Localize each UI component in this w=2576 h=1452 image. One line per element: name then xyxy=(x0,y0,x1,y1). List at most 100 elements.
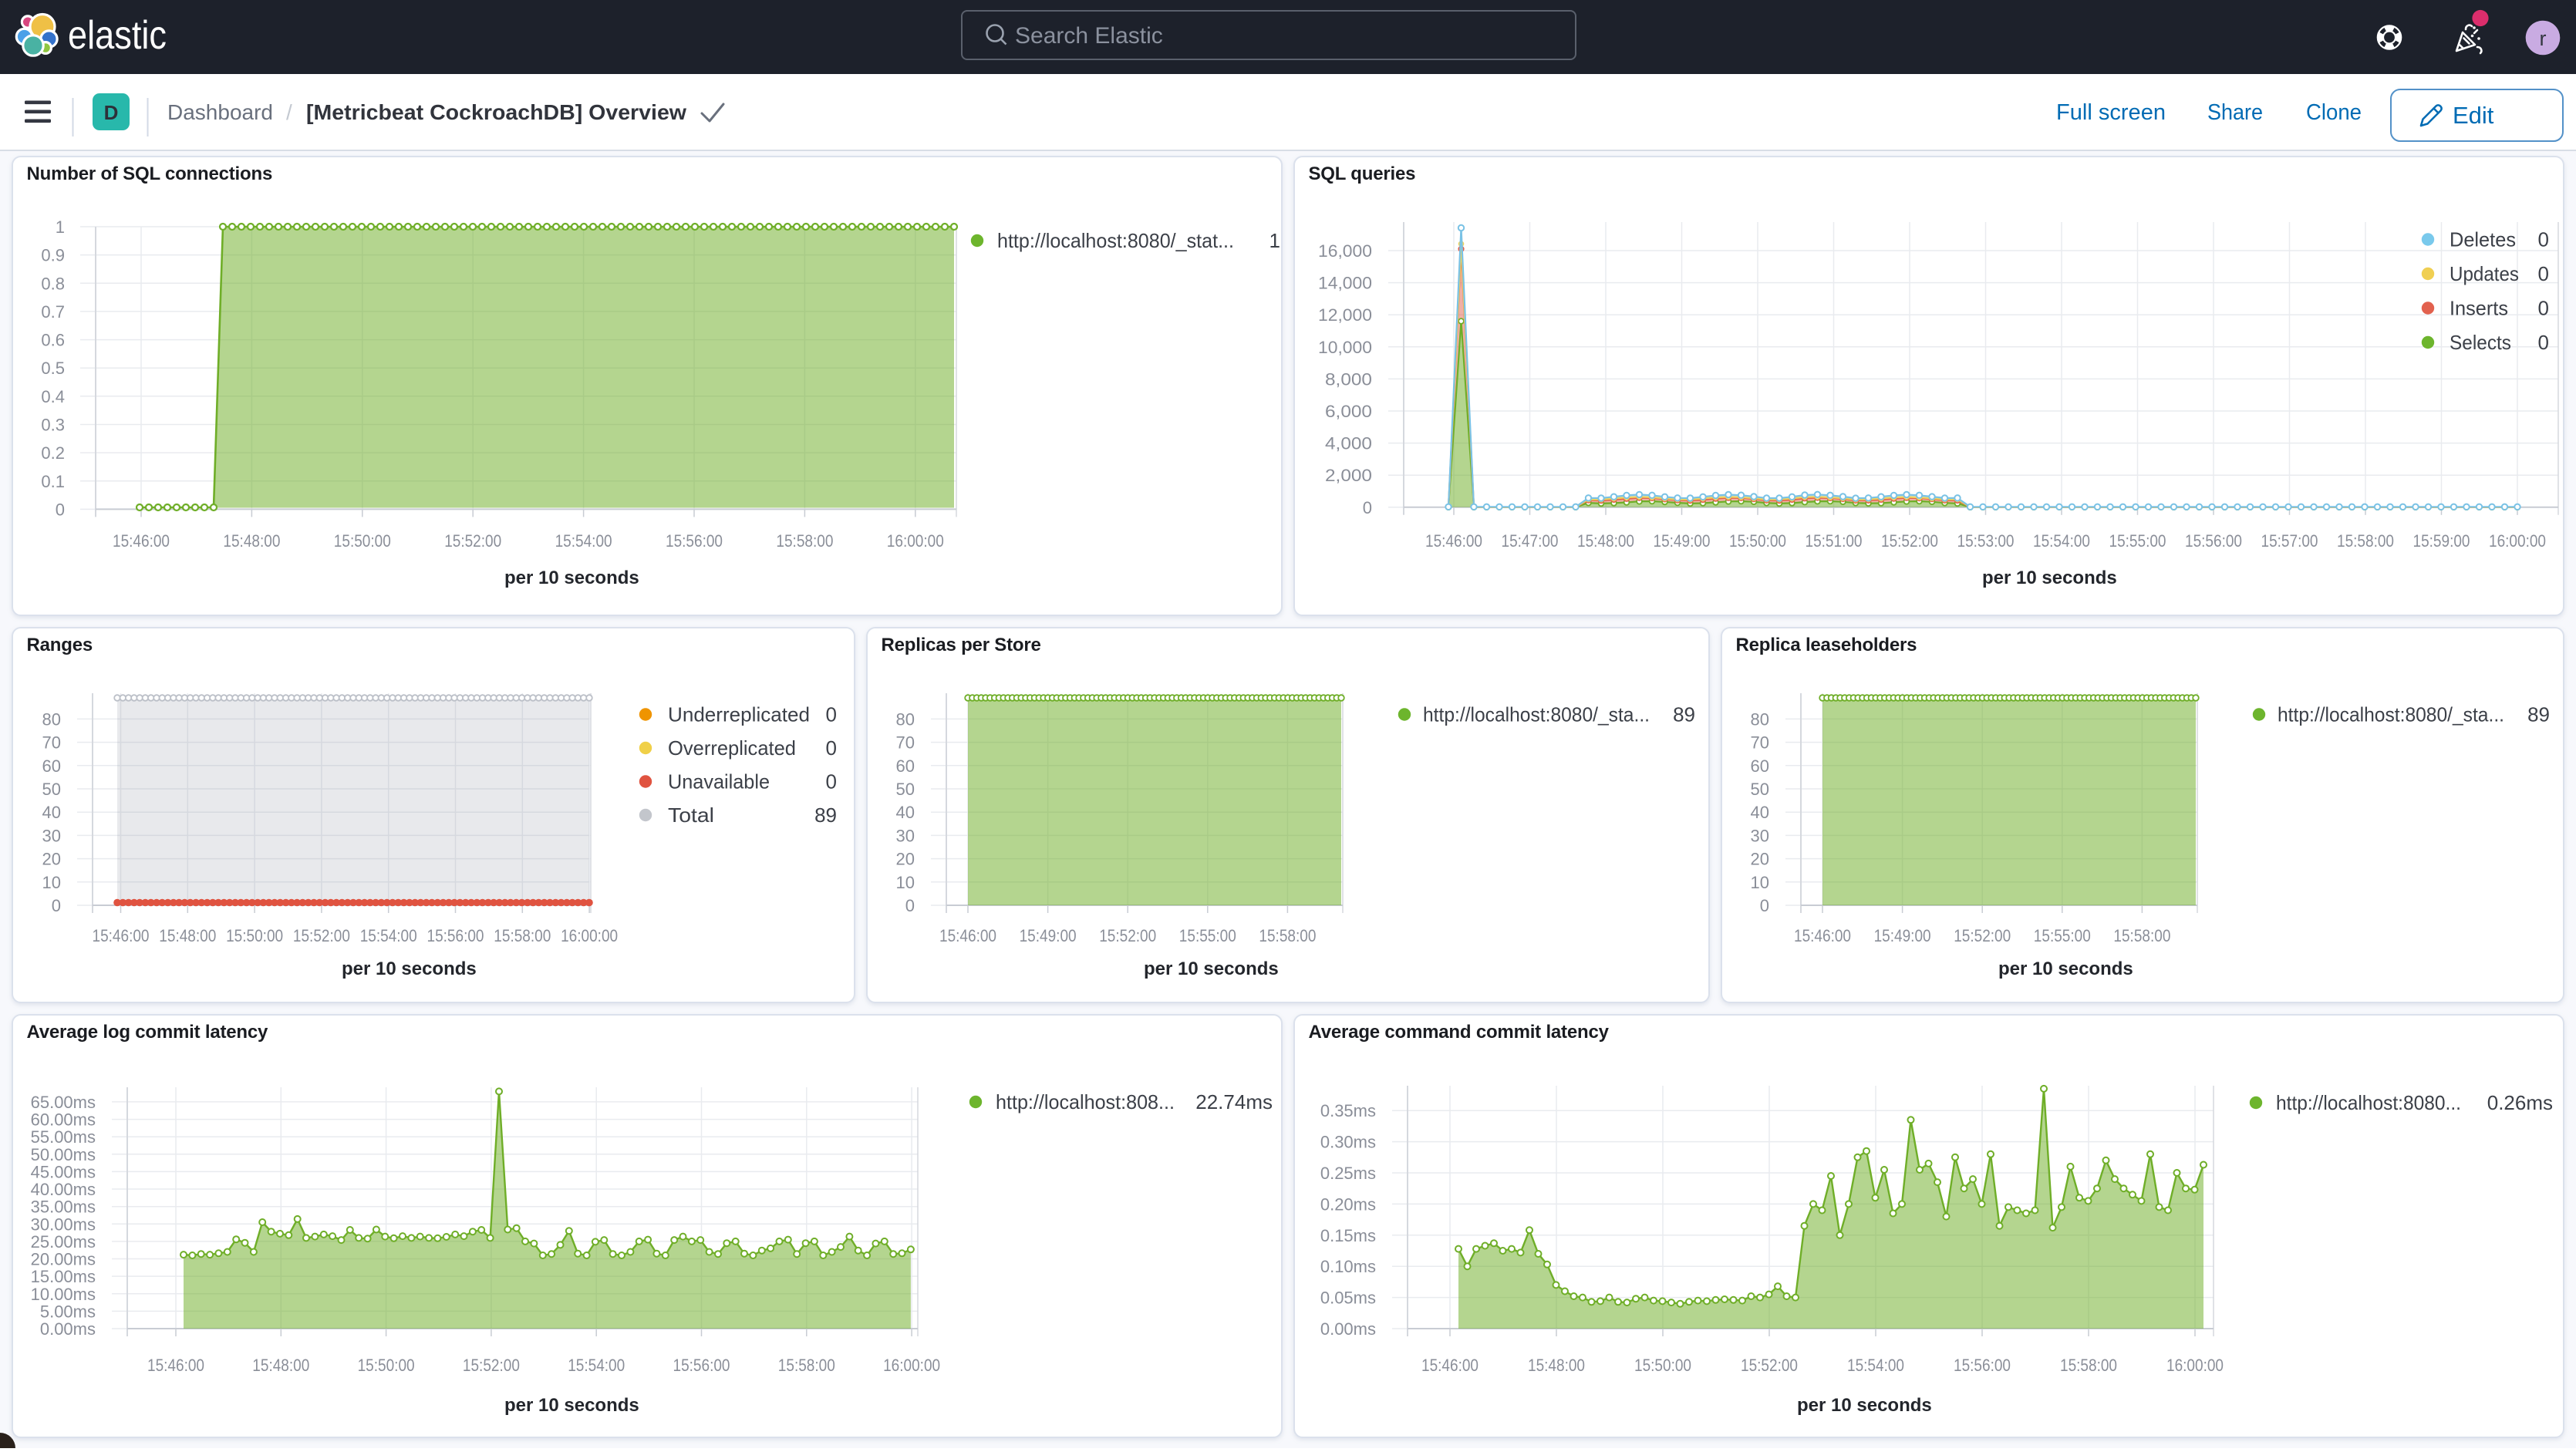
svg-text:15:50:00: 15:50:00 xyxy=(358,1356,415,1375)
svg-text:89: 89 xyxy=(814,803,837,827)
svg-text:15:52:00: 15:52:00 xyxy=(463,1356,520,1375)
svg-text:Edit: Edit xyxy=(2453,102,2494,129)
svg-text:http://localhost:8080/_sta...: http://localhost:8080/_sta... xyxy=(2278,703,2504,726)
svg-text:0.00ms: 0.00ms xyxy=(40,1319,96,1339)
svg-text:15:56:00: 15:56:00 xyxy=(666,531,723,551)
svg-text:15:48:00: 15:48:00 xyxy=(252,1356,309,1375)
svg-text:16:00:00: 16:00:00 xyxy=(561,926,618,945)
svg-text:http://localhost:8080...: http://localhost:8080... xyxy=(2276,1091,2461,1114)
svg-text:55.00ms: 55.00ms xyxy=(31,1127,96,1147)
svg-text:0.05ms: 0.05ms xyxy=(1320,1289,1376,1308)
svg-text:r: r xyxy=(2540,27,2547,50)
svg-text:1: 1 xyxy=(56,217,65,237)
svg-text:15:59:00: 15:59:00 xyxy=(2413,531,2470,551)
svg-text:10.00ms: 10.00ms xyxy=(31,1285,96,1304)
svg-text:Dashboard: Dashboard xyxy=(167,100,273,124)
svg-text:16:00:00: 16:00:00 xyxy=(2166,1356,2224,1375)
svg-text:0: 0 xyxy=(2538,331,2549,354)
svg-text:89: 89 xyxy=(1673,703,1695,726)
svg-text:60: 60 xyxy=(896,756,915,776)
svg-text:80: 80 xyxy=(1751,709,1769,729)
svg-text:16:00:00: 16:00:00 xyxy=(2489,531,2546,551)
svg-text:0.10ms: 0.10ms xyxy=(1320,1257,1376,1276)
svg-text:80: 80 xyxy=(42,709,61,729)
svg-text:70: 70 xyxy=(896,733,915,753)
svg-text:15:46:00: 15:46:00 xyxy=(1421,1356,1479,1375)
svg-text:per 10 seconds: per 10 seconds xyxy=(1144,958,1279,979)
svg-text:per 10 seconds: per 10 seconds xyxy=(342,958,477,979)
svg-text:15:56:00: 15:56:00 xyxy=(673,1356,730,1375)
svg-text:per 10 seconds: per 10 seconds xyxy=(504,568,639,588)
svg-text:15.00ms: 15.00ms xyxy=(31,1267,96,1286)
svg-text:15:54:00: 15:54:00 xyxy=(568,1356,625,1375)
svg-text:70: 70 xyxy=(42,733,61,753)
svg-text:0.1: 0.1 xyxy=(41,472,65,491)
svg-text:[Metricbeat CockroachDB] Overv: [Metricbeat CockroachDB] Overview xyxy=(306,100,686,124)
svg-text:12,000: 12,000 xyxy=(1318,305,1372,325)
svg-text:40.00ms: 40.00ms xyxy=(31,1180,96,1199)
svg-text:15:47:00: 15:47:00 xyxy=(1502,531,1559,551)
svg-text:15:52:00: 15:52:00 xyxy=(1741,1356,1798,1375)
svg-text:15:52:00: 15:52:00 xyxy=(1099,926,1156,945)
svg-text:15:48:00: 15:48:00 xyxy=(159,926,216,945)
svg-text:0.6: 0.6 xyxy=(41,331,65,350)
svg-text:5.00ms: 5.00ms xyxy=(40,1302,96,1321)
svg-text:60: 60 xyxy=(1751,756,1769,776)
svg-text:15:55:00: 15:55:00 xyxy=(2034,926,2091,945)
svg-text:0.3: 0.3 xyxy=(41,416,65,435)
svg-text:2,000: 2,000 xyxy=(1325,466,1372,485)
svg-text:15:46:00: 15:46:00 xyxy=(113,531,170,551)
svg-text:15:54:00: 15:54:00 xyxy=(2033,531,2090,551)
svg-text:30: 30 xyxy=(42,826,61,845)
svg-text:0.4: 0.4 xyxy=(41,387,65,406)
svg-text:8,000: 8,000 xyxy=(1325,369,1372,389)
svg-text:0: 0 xyxy=(2538,262,2549,285)
svg-text:Clone: Clone xyxy=(2306,100,2362,125)
svg-text:SQL queries: SQL queries xyxy=(1309,163,1416,184)
svg-text:20: 20 xyxy=(896,850,915,869)
svg-text:Underreplicated: Underreplicated xyxy=(668,703,810,726)
svg-text:Overreplicated: Overreplicated xyxy=(668,736,796,760)
svg-text:D: D xyxy=(104,101,119,124)
svg-text:Replicas per Store: Replicas per Store xyxy=(882,635,1041,655)
svg-text:0: 0 xyxy=(2538,228,2549,251)
svg-text:0.7: 0.7 xyxy=(41,302,65,322)
svg-text:per 10 seconds: per 10 seconds xyxy=(1998,958,2133,979)
svg-text:15:50:00: 15:50:00 xyxy=(226,926,283,945)
svg-text:10: 10 xyxy=(1751,873,1769,892)
svg-text:50: 50 xyxy=(1751,780,1769,799)
svg-text:30: 30 xyxy=(896,826,915,845)
svg-text:10: 10 xyxy=(896,873,915,892)
svg-text:6,000: 6,000 xyxy=(1325,402,1372,421)
svg-text:elastic: elastic xyxy=(68,13,167,58)
svg-text:15:50:00: 15:50:00 xyxy=(1729,531,1786,551)
svg-text:0.5: 0.5 xyxy=(41,359,65,378)
svg-text:15:55:00: 15:55:00 xyxy=(2109,531,2166,551)
svg-text:25.00ms: 25.00ms xyxy=(31,1232,96,1252)
svg-text:15:58:00: 15:58:00 xyxy=(494,926,551,945)
svg-text:http://localhost:8080/_sta...: http://localhost:8080/_sta... xyxy=(1423,703,1650,726)
svg-text:http://localhost:808...: http://localhost:808... xyxy=(996,1090,1175,1113)
svg-text:80: 80 xyxy=(896,709,915,729)
svg-text:40: 40 xyxy=(42,803,61,822)
svg-text:Ranges: Ranges xyxy=(27,635,93,655)
svg-text:15:56:00: 15:56:00 xyxy=(427,926,484,945)
svg-text:0.26ms: 0.26ms xyxy=(2487,1091,2553,1114)
svg-text:Inserts: Inserts xyxy=(2450,297,2508,320)
svg-text:Selects: Selects xyxy=(2450,331,2511,354)
svg-text:15:58:00: 15:58:00 xyxy=(2113,926,2170,945)
svg-text:15:49:00: 15:49:00 xyxy=(1654,531,1711,551)
svg-text:Search Elastic: Search Elastic xyxy=(1015,23,1163,49)
svg-text:20: 20 xyxy=(42,850,61,869)
svg-text:15:54:00: 15:54:00 xyxy=(360,926,417,945)
svg-text:15:50:00: 15:50:00 xyxy=(334,531,391,551)
svg-text:40: 40 xyxy=(1751,803,1769,822)
svg-text:15:52:00: 15:52:00 xyxy=(293,926,350,945)
svg-text:Unavailable: Unavailable xyxy=(668,770,770,793)
svg-text:14,000: 14,000 xyxy=(1318,274,1372,293)
svg-text:35.00ms: 35.00ms xyxy=(31,1198,96,1217)
svg-text:15:49:00: 15:49:00 xyxy=(1874,926,1931,945)
svg-text:15:58:00: 15:58:00 xyxy=(776,531,833,551)
svg-text:0.25ms: 0.25ms xyxy=(1320,1164,1376,1183)
svg-text:15:52:00: 15:52:00 xyxy=(1881,531,1938,551)
